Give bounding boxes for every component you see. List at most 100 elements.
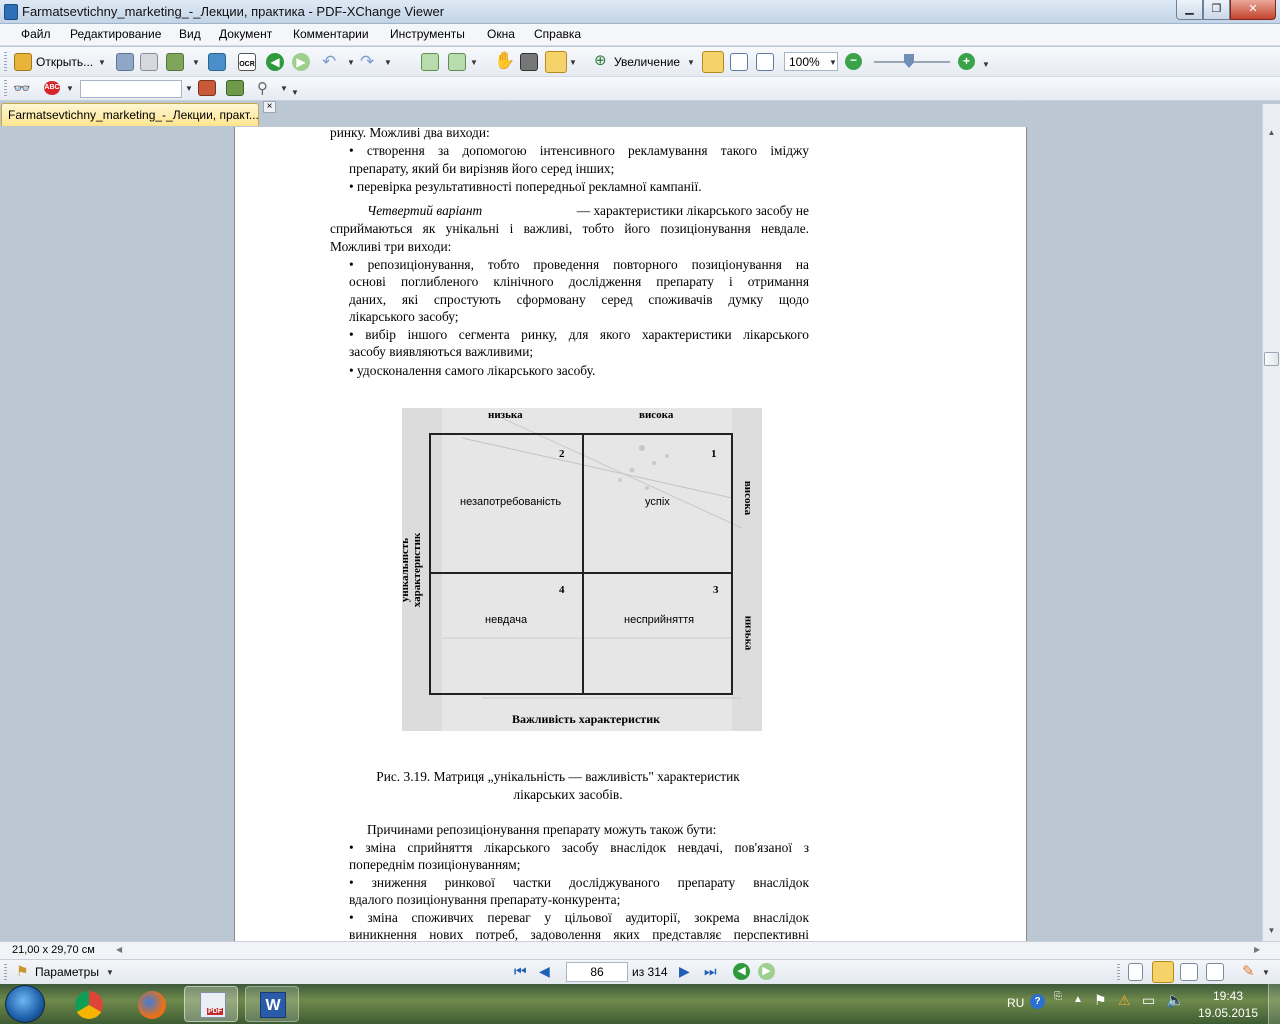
language-indicator[interactable]: RU (1007, 996, 1024, 1010)
chevron-down-icon[interactable]: ▼ (687, 58, 695, 67)
chevron-down-icon[interactable]: ▼ (185, 84, 193, 93)
update-icon[interactable]: ⚠ (1118, 992, 1131, 1009)
chevron-down-icon[interactable]: ▼ (384, 58, 392, 67)
open-folder-icon[interactable] (14, 53, 32, 71)
scrollbar-thumb[interactable] (1264, 352, 1279, 366)
select-text-icon[interactable] (545, 51, 567, 73)
copy-page-icon[interactable] (421, 53, 439, 71)
undo-icon[interactable]: ↶ (322, 52, 336, 72)
chevron-down-icon[interactable]: ▼ (66, 84, 74, 93)
fit-width-icon[interactable] (756, 53, 774, 71)
network-icon[interactable]: ▭ (1142, 992, 1155, 1009)
pdf-page[interactable]: ринку. Можливі два виходи: • створення з… (234, 127, 1027, 941)
last-page-icon[interactable]: ⏭ (704, 963, 717, 980)
show-hidden-icons[interactable]: ▲ (1073, 994, 1083, 1005)
chrome-icon[interactable] (75, 991, 103, 1019)
find-next-icon[interactable] (226, 80, 244, 96)
help-icon[interactable]: ? (1030, 994, 1045, 1009)
export-icon[interactable] (448, 53, 466, 71)
spellcheck-icon[interactable]: ABC (44, 81, 60, 95)
start-button[interactable] (5, 985, 45, 1023)
zoom-out-icon[interactable]: − (845, 53, 862, 70)
history-back-icon[interactable]: ◀ (733, 963, 750, 980)
volume-icon[interactable]: 🔈 (1166, 991, 1185, 1009)
app-icon[interactable] (4, 4, 18, 20)
zoom-icon[interactable]: ⊕ (594, 51, 607, 69)
next-page-icon[interactable]: ▶ (679, 963, 690, 980)
actual-size-icon[interactable] (702, 51, 724, 73)
chevron-down-icon[interactable]: ▼ (829, 58, 837, 67)
taskbar-word[interactable]: W (245, 986, 299, 1022)
chevron-down-icon[interactable]: ▼ (98, 58, 106, 67)
toolbar-grip[interactable] (4, 52, 7, 72)
zoom-in-icon[interactable]: + (958, 53, 975, 70)
scan-icon[interactable] (208, 53, 226, 71)
zoom-tool-label[interactable]: Увеличение (614, 55, 680, 69)
menu-help[interactable]: Справка (534, 27, 581, 41)
keyboard-icon[interactable]: ⎘ (1054, 991, 1062, 1002)
fit-page-icon[interactable] (730, 53, 748, 71)
chevron-down-icon[interactable]: ▼ (347, 58, 355, 67)
first-page-icon[interactable]: ⏮ (514, 963, 527, 980)
menu-comments[interactable]: Комментарии (293, 27, 369, 41)
menu-view[interactable]: Вид (179, 27, 201, 41)
taskbar-pdf-viewer[interactable]: PDF (184, 986, 238, 1022)
scroll-right-arrow-icon[interactable]: ▶ (1254, 945, 1260, 954)
search-input[interactable] (80, 80, 182, 98)
tab-close-icon[interactable]: × (263, 101, 276, 113)
menu-document[interactable]: Документ (219, 27, 272, 41)
chevron-down-icon[interactable]: ▼ (280, 84, 288, 93)
menu-windows[interactable]: Окна (487, 27, 515, 41)
vertical-scrollbar[interactable]: ▲ ▼ (1262, 104, 1280, 941)
menu-edit[interactable]: Редактирование (70, 27, 161, 41)
chevron-down-icon[interactable]: ▼ (106, 968, 114, 977)
toolbar-grip[interactable] (4, 964, 7, 980)
continuous-facing-icon[interactable] (1206, 963, 1224, 981)
menu-file[interactable]: Файл (21, 27, 51, 41)
print-icon[interactable] (140, 53, 158, 71)
page-number-field[interactable]: 86 (566, 962, 628, 982)
snapshot-icon[interactable] (520, 53, 538, 71)
email-icon[interactable] (166, 53, 184, 71)
action-center-flag-icon[interactable]: ⚑ (1094, 992, 1107, 1009)
zoom-slider-thumb[interactable] (904, 54, 914, 68)
hand-tool-icon[interactable]: ✋ (494, 51, 515, 71)
previous-page-icon[interactable]: ◀ (539, 963, 550, 980)
chevron-down-icon[interactable]: ▼ (569, 58, 577, 67)
highlight-icon[interactable]: 👓 (13, 80, 30, 97)
forward-icon[interactable]: ▶ (292, 53, 310, 71)
facing-pages-icon[interactable] (1180, 963, 1198, 981)
history-forward-icon[interactable]: ▶ (758, 963, 775, 980)
maximize-button[interactable]: ❐ (1203, 0, 1230, 20)
redo-icon[interactable]: ↷ (360, 52, 374, 72)
chevron-down-icon[interactable]: ▼ (982, 60, 990, 69)
toolbar-grip[interactable] (1117, 964, 1120, 980)
menu-tools[interactable]: Инструменты (390, 27, 465, 41)
document-viewer[interactable]: ринку. Можливі два виходи: • створення з… (0, 127, 1262, 941)
chevron-down-icon[interactable]: ▼ (291, 88, 299, 97)
single-page-icon[interactable] (1128, 963, 1143, 981)
back-icon[interactable]: ◀ (266, 53, 284, 71)
continuous-page-icon[interactable] (1152, 961, 1174, 983)
chevron-down-icon[interactable]: ▼ (1262, 968, 1270, 977)
toolbar-grip[interactable] (4, 80, 7, 98)
show-desktop-button[interactable] (1268, 984, 1280, 1024)
clock-date[interactable]: 19.05.2015 (1195, 1006, 1261, 1020)
find-prev-icon[interactable] (198, 80, 216, 96)
chevron-down-icon[interactable]: ▼ (192, 58, 200, 67)
scroll-down-arrow-icon[interactable]: ▼ (1265, 926, 1278, 939)
open-button-label[interactable]: Открыть... (36, 55, 93, 69)
firefox-icon[interactable] (138, 991, 166, 1019)
flag-icon[interactable]: ⚑ (16, 963, 29, 980)
document-tab[interactable]: Farmatsevtichny_marketing_-_Лекции, прак… (1, 103, 259, 126)
scroll-up-arrow-icon[interactable]: ▲ (1265, 128, 1278, 141)
close-window-button[interactable]: ✕ (1230, 0, 1276, 20)
settings-icon[interactable]: ✎ (1242, 962, 1255, 980)
ocr-icon[interactable]: OCR (238, 53, 256, 71)
filter-icon[interactable]: ⚲ (257, 79, 268, 97)
minimize-button[interactable]: ▁ (1176, 0, 1203, 20)
chevron-down-icon[interactable]: ▼ (470, 58, 478, 67)
clock-time[interactable]: 19:43 (1203, 989, 1253, 1003)
params-button[interactable]: Параметры (35, 965, 99, 979)
save-icon[interactable] (116, 53, 134, 71)
